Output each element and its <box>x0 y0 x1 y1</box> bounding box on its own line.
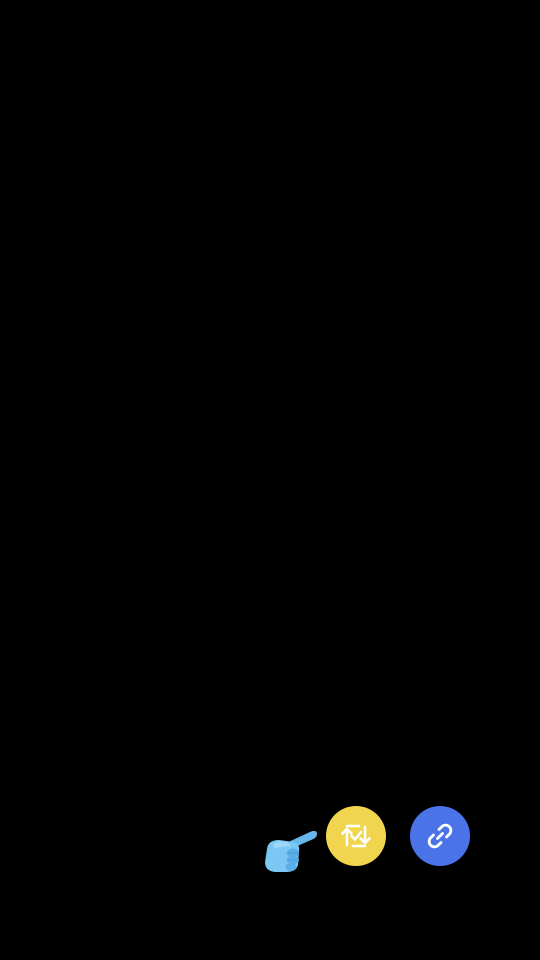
bottom-action-row <box>258 804 472 874</box>
link-icon <box>427 823 453 849</box>
link-button[interactable] <box>410 806 470 866</box>
pointing-hand-icon <box>260 823 318 873</box>
swap-button[interactable] <box>326 806 386 866</box>
app-screen <box>0 0 540 960</box>
pointing-hand-graphic <box>265 830 317 872</box>
swap-arrows-icon <box>341 824 371 848</box>
